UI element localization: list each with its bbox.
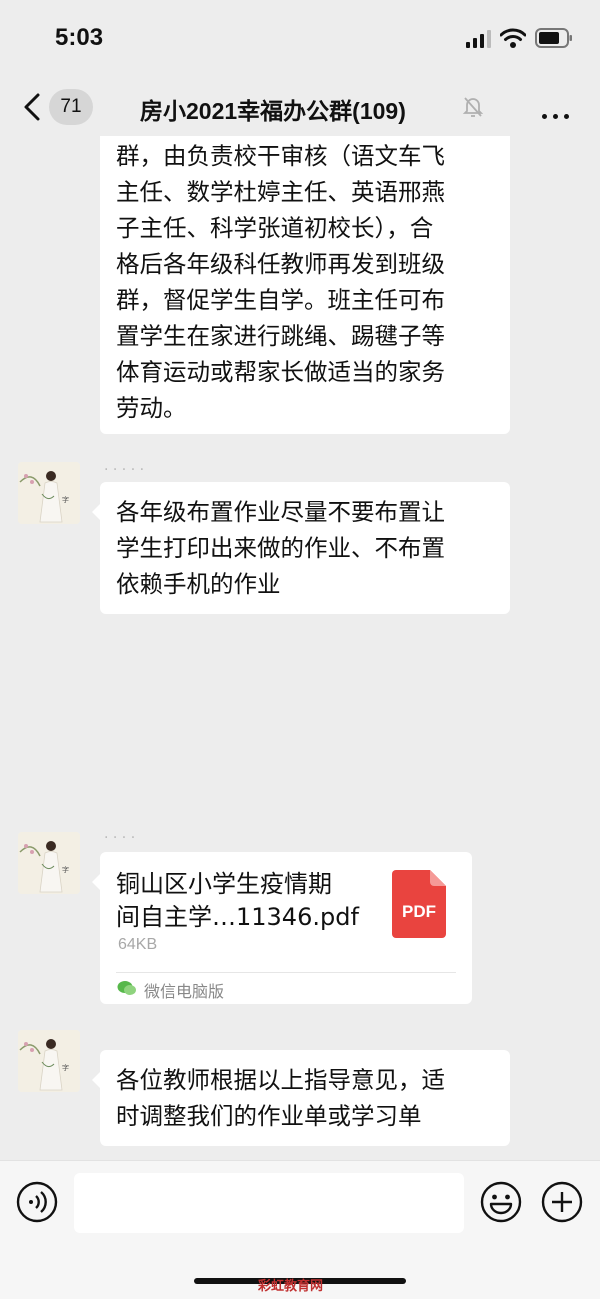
battery-icon: [535, 28, 572, 48]
message-line: 各位教师根据以上指导意见，适: [116, 1066, 445, 1094]
message-line: 学生打印出来做的作业、不布置: [116, 534, 445, 562]
svg-text:字: 字: [62, 865, 69, 874]
message-bubble[interactable]: 各位教师根据以上指导意见，适 时调整我们的作业单或学习单: [92, 1050, 510, 1146]
sender-avatar[interactable]: 字: [18, 462, 80, 524]
file-source-label: 微信电脑版: [144, 982, 225, 1001]
mute-bell-icon: [462, 97, 484, 117]
svg-text:字: 字: [62, 1063, 69, 1072]
sender-name-obscured: · · · ·: [104, 830, 136, 846]
more-options-button[interactable]: [542, 104, 575, 123]
cellular-signal-icon: [466, 30, 491, 48]
sender-avatar[interactable]: 字: [18, 832, 80, 894]
wechat-logo-icon: [117, 981, 136, 995]
input-bar: 彩虹教育网: [0, 1160, 600, 1299]
file-name: 铜山区小学生疫情期 间自主学…11346.pdf: [116, 870, 359, 931]
message-line: 置学生在家进行跳绳、踢毽子等: [116, 322, 445, 350]
message-line: 各年级布置作业尽量不要布置让: [116, 498, 445, 526]
message-bubble[interactable]: 各年级布置作业尽量不要布置让 学生打印出来做的作业、不布置 依赖手机的作业: [92, 482, 510, 614]
status-bar: 5:03: [0, 0, 600, 80]
message-line: 格后各年级科任教师再发到班级: [116, 250, 445, 278]
file-type-label: PDF: [402, 902, 436, 921]
message-line: 群，由负责校干审核（语文车飞: [116, 142, 445, 170]
chat-header: 71 房小2021幸福办公群(109): [0, 80, 600, 136]
message-list[interactable]: 群，由负责校干审核（语文车飞 主任、数学杜婷主任、英语邢燕 子主任、科学张道初校…: [0, 136, 600, 1160]
message-line: 时调整我们的作业单或学习单: [116, 1102, 422, 1130]
emoji-icon[interactable]: [480, 1181, 522, 1223]
divider: [116, 972, 456, 973]
message-input[interactable]: [74, 1173, 464, 1233]
message-line: 体育运动或帮家长做适当的家务: [116, 358, 445, 386]
svg-text:字: 字: [62, 495, 69, 504]
watermark: 彩虹教育网: [258, 1279, 324, 1294]
message-line: 依赖手机的作业: [116, 570, 281, 598]
sender-avatar[interactable]: 字: [18, 1030, 80, 1092]
sender-name-obscured: · · · · ·: [104, 462, 145, 478]
message-line: 主任、数学杜婷主任、英语邢燕: [116, 178, 445, 206]
back-chevron-icon[interactable]: [20, 92, 46, 122]
add-plus-icon[interactable]: [541, 1181, 583, 1223]
wifi-icon: [500, 28, 526, 48]
message-line: 子主任、科学张道初校长），合: [116, 214, 434, 242]
file-message-card[interactable]: 铜山区小学生疫情期 间自主学…11346.pdf PDF 64KB 微信电脑版: [92, 852, 472, 1004]
status-time: 5:03: [55, 24, 104, 51]
file-size: 64KB: [118, 936, 158, 953]
message-line: 群，督促学生自学。班主任可布: [116, 286, 445, 314]
voice-input-icon[interactable]: [16, 1181, 58, 1223]
message-line: 劳动。: [116, 394, 187, 422]
chat-title: 房小2021幸福办公群(109): [140, 98, 406, 124]
message-bubble[interactable]: 群，由负责校干审核（语文车飞 主任、数学杜婷主任、英语邢燕 子主任、科学张道初校…: [100, 136, 510, 434]
unread-count-badge[interactable]: 71: [49, 89, 93, 125]
